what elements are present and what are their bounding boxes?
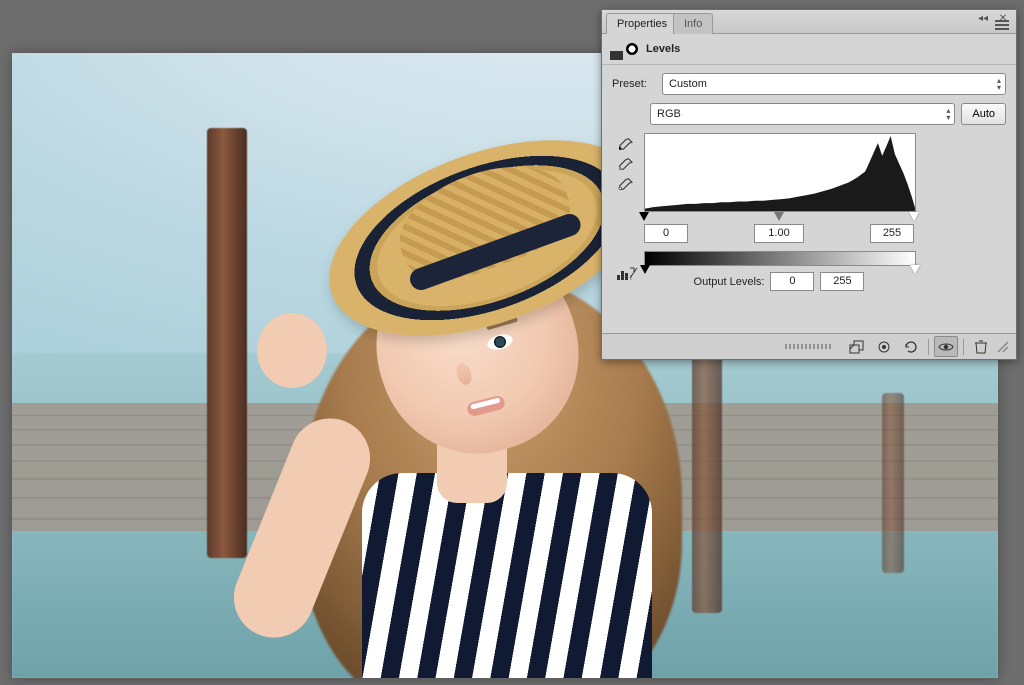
- svg-text:!: !: [630, 275, 632, 281]
- eyedropper-gray-icon[interactable]: [616, 157, 634, 171]
- clip-to-layer-icon[interactable]: [845, 336, 869, 357]
- visibility-icon[interactable]: [934, 336, 958, 357]
- preset-label: Preset:: [612, 78, 656, 90]
- delete-icon[interactable]: [969, 336, 993, 357]
- photo-hand: [257, 313, 327, 388]
- channel-dropdown[interactable]: RGB ▴▾: [650, 103, 955, 125]
- input-values-row: 0 1.00 255: [644, 224, 914, 243]
- output-black-field[interactable]: 0: [770, 272, 814, 291]
- histogram-group: 0 1.00 255 Output Levels: 0 255: [644, 133, 1006, 291]
- calculate-histogram-icon[interactable]: !: [616, 265, 638, 281]
- output-gradient[interactable]: [644, 251, 916, 266]
- output-values-row: Output Levels: 0 255: [644, 272, 914, 291]
- channel-value: RGB: [657, 108, 681, 120]
- tab-info[interactable]: Info: [673, 13, 713, 34]
- panel-footer: [602, 333, 1016, 359]
- histogram-chart: [644, 133, 916, 212]
- resize-grip-icon[interactable]: [785, 344, 833, 349]
- panel-menu-icon[interactable]: [994, 18, 1010, 32]
- eyedropper-white-icon[interactable]: [616, 177, 634, 191]
- preset-dropdown[interactable]: Custom ▴▾: [662, 73, 1006, 95]
- eyedropper-black-icon[interactable]: [616, 137, 634, 151]
- resize-corner-icon[interactable]: [996, 336, 1010, 357]
- workspace: ◂◂ ✕ Properties Info Levels Preset: Cust…: [0, 0, 1024, 685]
- input-black-field[interactable]: 0: [644, 224, 688, 243]
- panel-titlebar[interactable]: ◂◂ ✕ Properties Info: [602, 10, 1016, 34]
- input-mid-field[interactable]: 1.00: [754, 224, 804, 243]
- collapse-icon[interactable]: ◂◂: [976, 14, 990, 26]
- properties-panel: ◂◂ ✕ Properties Info Levels Preset: Cust…: [601, 9, 1017, 360]
- levels-adjustment-icon: [610, 38, 638, 60]
- input-levels-slider[interactable]: [644, 212, 914, 224]
- photo-post: [882, 393, 904, 573]
- highlight-slider-handle[interactable]: [909, 212, 919, 221]
- panel-body: Preset: Custom ▴▾ RGB ▴▾ Auto: [602, 65, 1016, 297]
- tab-properties[interactable]: Properties: [606, 13, 678, 34]
- dropdown-caret-icon: ▴▾: [946, 107, 950, 121]
- midtone-slider-handle[interactable]: [774, 212, 784, 221]
- shadow-slider-handle[interactable]: [639, 212, 649, 221]
- divider: [928, 339, 929, 355]
- divider: [963, 339, 964, 355]
- channel-row: RGB ▴▾ Auto: [650, 103, 1006, 125]
- photo-post: [207, 128, 247, 558]
- adjustment-header: Levels: [602, 34, 1016, 65]
- view-previous-icon[interactable]: [872, 336, 896, 357]
- output-label: Output Levels:: [694, 276, 765, 288]
- reset-icon[interactable]: [899, 336, 923, 357]
- adjustment-title: Levels: [646, 43, 680, 55]
- input-white-field[interactable]: 255: [870, 224, 914, 243]
- dropdown-caret-icon: ▴▾: [997, 77, 1001, 91]
- photo-striped-top: [362, 473, 652, 678]
- preset-value: Custom: [669, 78, 707, 90]
- output-white-handle[interactable]: [910, 265, 920, 274]
- preset-row: Preset: Custom ▴▾: [612, 73, 1006, 95]
- auto-button[interactable]: Auto: [961, 103, 1006, 125]
- output-black-handle[interactable]: [640, 265, 650, 274]
- output-white-field[interactable]: 255: [820, 272, 864, 291]
